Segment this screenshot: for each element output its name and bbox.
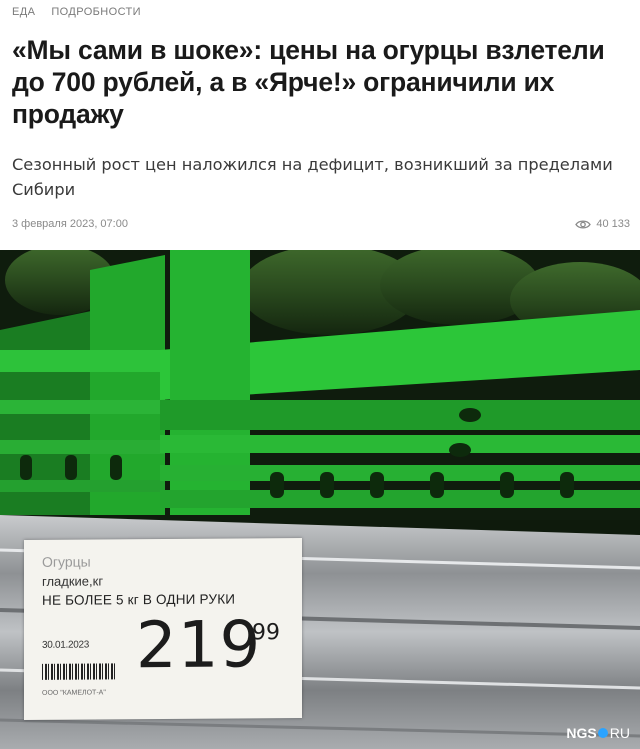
article-meta: 3 февраля 2023, 07:00 40 133	[12, 216, 630, 232]
price-rubles: 219	[136, 608, 262, 684]
logo-brand: NGS	[566, 725, 597, 741]
price-tag: Огурцы гладкие,кг НЕ БОЛЕЕ 5 кг В ОДНИ Р…	[24, 538, 302, 720]
views-counter: 40 133	[575, 218, 630, 230]
barcode	[42, 663, 116, 680]
article-subtitle: Сезонный рост цен наложился на дефицит, …	[12, 155, 613, 199]
logo-dot-icon	[597, 728, 608, 738]
breadcrumb-section-details[interactable]: ПОДРОБНОСТИ	[51, 6, 141, 18]
price-tag-code: ООО "КАМЕЛОТ-А"	[42, 689, 106, 697]
price-tag-product: Огурцы	[42, 553, 91, 570]
eye-icon	[575, 219, 592, 229]
publish-date: 3 февраля 2023, 07:00	[12, 218, 128, 230]
breadcrumb: ЕДА ПОДРОБНОСТИ	[12, 6, 141, 18]
price-tag-variety: гладкие,кг	[42, 573, 104, 589]
breadcrumb-section-food[interactable]: ЕДА	[12, 6, 35, 18]
price-tag-date: 30.01.2023	[42, 639, 90, 651]
ngs-logo: NGS RU	[566, 725, 630, 741]
price-kopecks: 99	[252, 620, 280, 646]
article-photo: Огурцы гладкие,кг НЕ БОЛЕЕ 5 кг В ОДНИ Р…	[0, 250, 640, 749]
price-tag-limit: НЕ БОЛЕЕ 5 кг В ОДНИ РУКИ	[42, 591, 236, 608]
article-title: «Мы сами в шоке»: цены на огурцы взлетел…	[12, 35, 605, 129]
logo-suffix: RU	[609, 725, 630, 741]
views-count: 40 133	[596, 218, 630, 230]
